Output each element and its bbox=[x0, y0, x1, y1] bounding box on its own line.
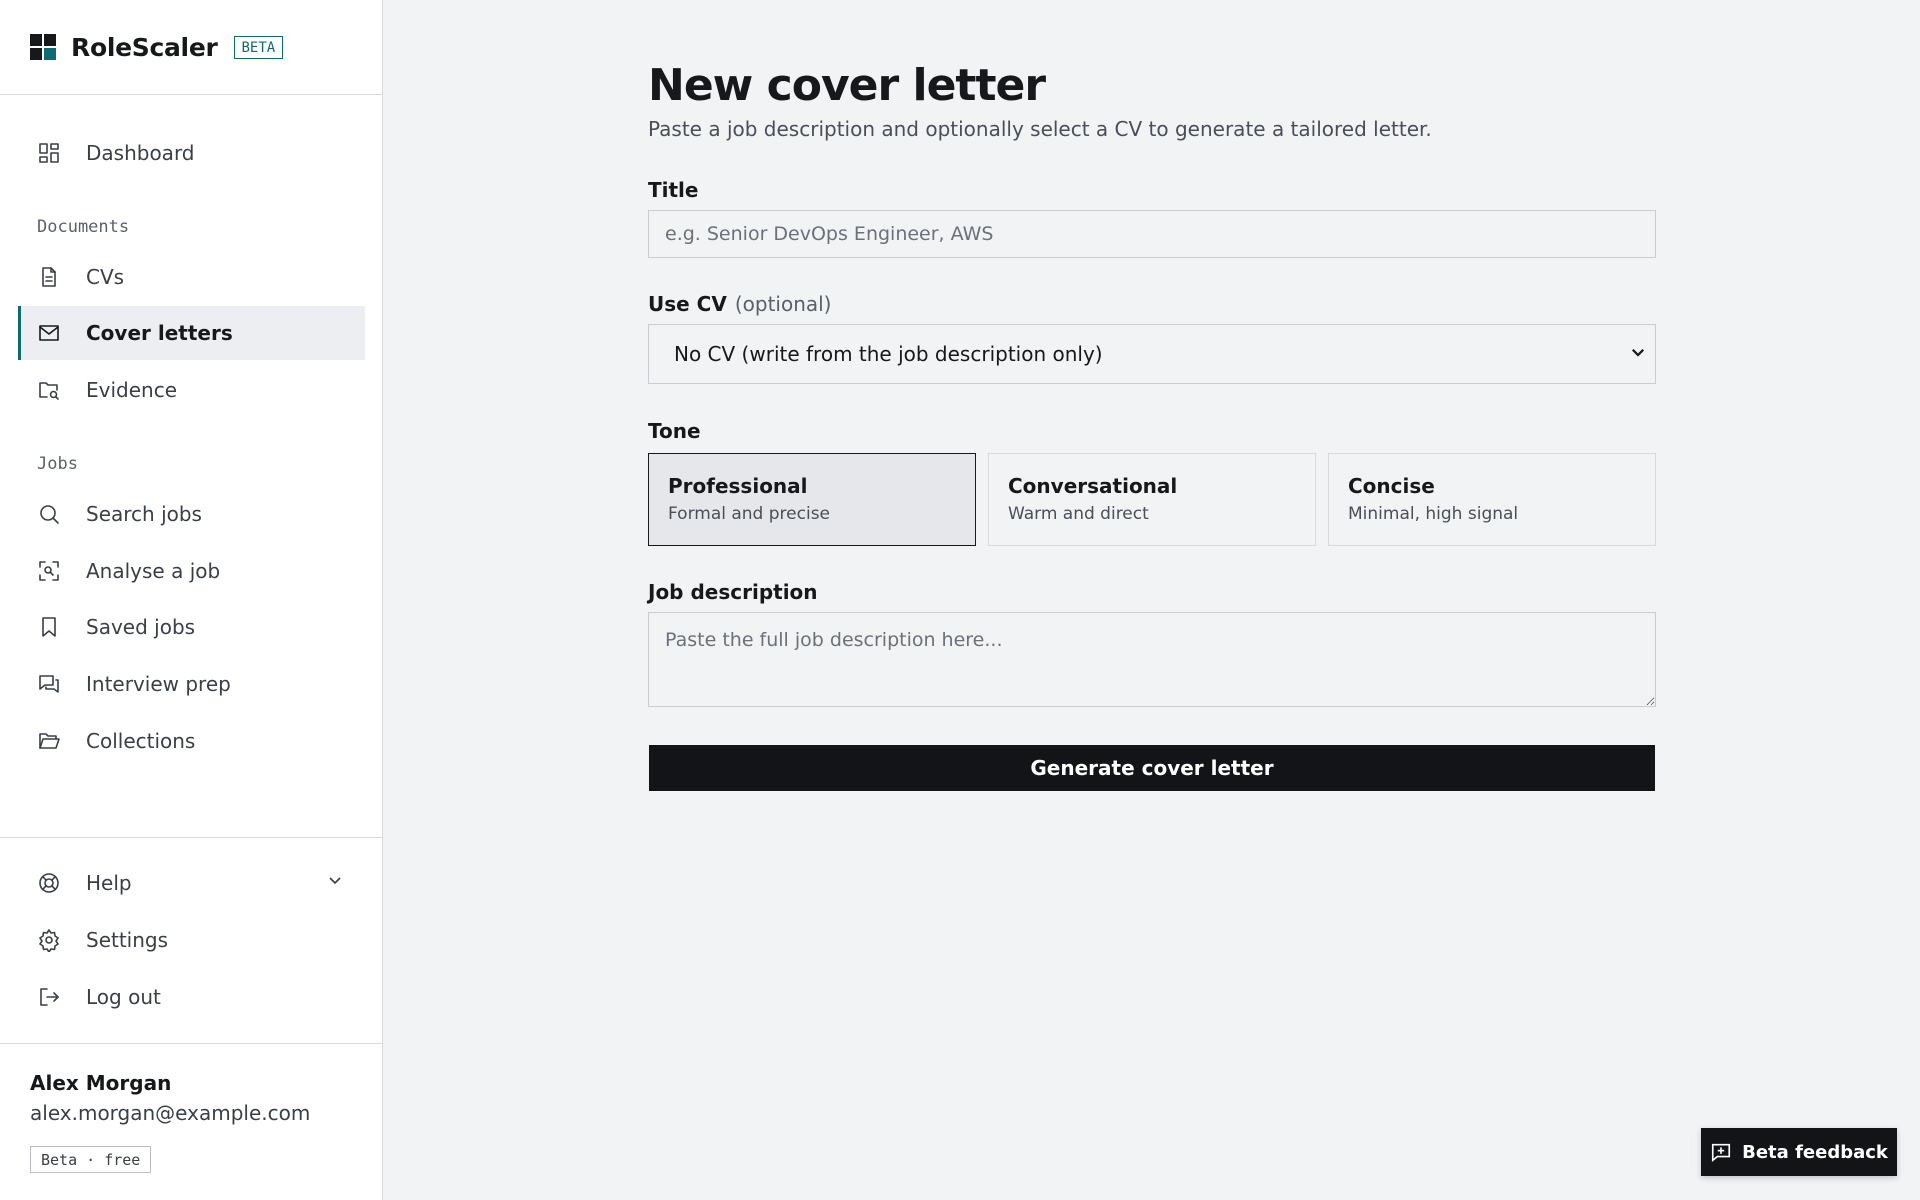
mail-icon bbox=[36, 320, 62, 346]
divider bbox=[0, 1043, 383, 1044]
sidebar-item-label: CVs bbox=[86, 265, 125, 289]
sidebar-item-label: Cover letters bbox=[86, 321, 233, 345]
sidebar-item-help[interactable]: Help bbox=[18, 856, 365, 910]
chevron-down-icon[interactable] bbox=[325, 871, 345, 896]
sidebar-item-label: Settings bbox=[86, 928, 169, 952]
beta-feedback-label: Beta feedback bbox=[1742, 1141, 1888, 1163]
sidebar-item-evidence[interactable]: Evidence bbox=[18, 363, 365, 417]
tone-title: Professional bbox=[668, 474, 808, 498]
tone-description: Warm and direct bbox=[1008, 504, 1149, 524]
sidebar-item-label: Search jobs bbox=[86, 502, 202, 526]
sidebar-item-saved-jobs[interactable]: Saved jobs bbox=[18, 600, 365, 654]
folder-search-icon bbox=[36, 377, 62, 403]
sidebar-item-interview-prep[interactable]: Interview prep bbox=[18, 657, 365, 711]
sidebar-item-collections[interactable]: Collections bbox=[18, 714, 365, 768]
page-subtitle: Paste a job description and optionally s… bbox=[648, 117, 1432, 141]
tone-option-conversational[interactable]: Conversational Warm and direct bbox=[988, 453, 1316, 546]
section-label-jobs: Jobs bbox=[37, 454, 78, 474]
document-icon bbox=[36, 264, 62, 290]
search-icon bbox=[36, 501, 62, 527]
sidebar-item-label: Saved jobs bbox=[86, 615, 196, 639]
cv-select[interactable]: No CV (write from the job description on… bbox=[648, 324, 1656, 384]
chat-icon bbox=[36, 671, 62, 697]
brand-header: RoleScaler BETA bbox=[0, 0, 382, 95]
sidebar-item-label: Help bbox=[86, 871, 132, 895]
divider bbox=[0, 837, 383, 838]
sidebar-item-label: Analyse a job bbox=[86, 559, 221, 583]
sidebar-item-label: Log out bbox=[86, 985, 161, 1009]
sidebar-item-analyse-job[interactable]: Analyse a job bbox=[18, 544, 365, 598]
gear-icon bbox=[36, 927, 62, 953]
cv-select-value: No CV (write from the job description on… bbox=[674, 342, 1103, 366]
sidebar-item-cvs[interactable]: CVs bbox=[18, 250, 365, 304]
sidebar-item-cover-letters[interactable]: Cover letters bbox=[18, 306, 365, 360]
use-cv-label-text: Use CV bbox=[648, 292, 727, 316]
tone-option-concise[interactable]: Concise Minimal, high signal bbox=[1328, 453, 1656, 546]
tone-description: Minimal, high signal bbox=[1348, 504, 1519, 524]
sidebar: RoleScaler BETA Dashboard Documents CVs … bbox=[0, 0, 383, 1200]
user-email: alex.morgan@example.com bbox=[30, 1101, 311, 1125]
job-description-textarea[interactable] bbox=[648, 612, 1656, 707]
generate-cover-letter-button[interactable]: Generate cover letter bbox=[649, 745, 1655, 791]
lifebuoy-icon bbox=[36, 870, 62, 896]
plan-badge: Beta · free bbox=[30, 1146, 152, 1173]
logout-icon bbox=[36, 984, 62, 1010]
sidebar-item-label: Dashboard bbox=[86, 141, 195, 165]
tone-title: Concise bbox=[1348, 474, 1435, 498]
tone-option-professional[interactable]: Professional Formal and precise bbox=[648, 453, 976, 546]
folder-open-icon bbox=[36, 728, 62, 754]
brand-name: RoleScaler bbox=[71, 32, 218, 62]
user-name: Alex Morgan bbox=[30, 1071, 172, 1095]
use-cv-label: Use CV (optional) bbox=[648, 292, 832, 316]
beta-feedback-button[interactable]: Beta feedback bbox=[1701, 1128, 1897, 1176]
logo-icon bbox=[30, 34, 56, 60]
tone-label: Tone bbox=[648, 419, 701, 443]
dashboard-icon bbox=[36, 140, 62, 166]
chevron-down-icon bbox=[1629, 342, 1647, 366]
job-description-label: Job description bbox=[648, 580, 818, 604]
optional-hint: (optional) bbox=[734, 292, 832, 316]
bookmark-icon bbox=[36, 614, 62, 640]
sidebar-item-label: Evidence bbox=[86, 378, 178, 402]
beta-badge: BETA bbox=[233, 35, 284, 59]
tone-title: Conversational bbox=[1008, 474, 1178, 498]
feedback-icon bbox=[1712, 1143, 1731, 1162]
sidebar-item-settings[interactable]: Settings bbox=[18, 913, 365, 967]
sidebar-item-label: Collections bbox=[86, 729, 196, 753]
sidebar-item-logout[interactable]: Log out bbox=[18, 970, 365, 1024]
sidebar-item-label: Interview prep bbox=[86, 672, 231, 696]
title-input[interactable] bbox=[648, 210, 1656, 258]
title-label: Title bbox=[648, 178, 699, 202]
section-label-documents: Documents bbox=[37, 217, 130, 237]
sidebar-item-search-jobs[interactable]: Search jobs bbox=[18, 487, 365, 541]
scan-icon bbox=[36, 558, 62, 584]
page-title: New cover letter bbox=[648, 60, 1046, 111]
tone-description: Formal and precise bbox=[668, 504, 831, 524]
sidebar-item-dashboard[interactable]: Dashboard bbox=[18, 126, 365, 180]
